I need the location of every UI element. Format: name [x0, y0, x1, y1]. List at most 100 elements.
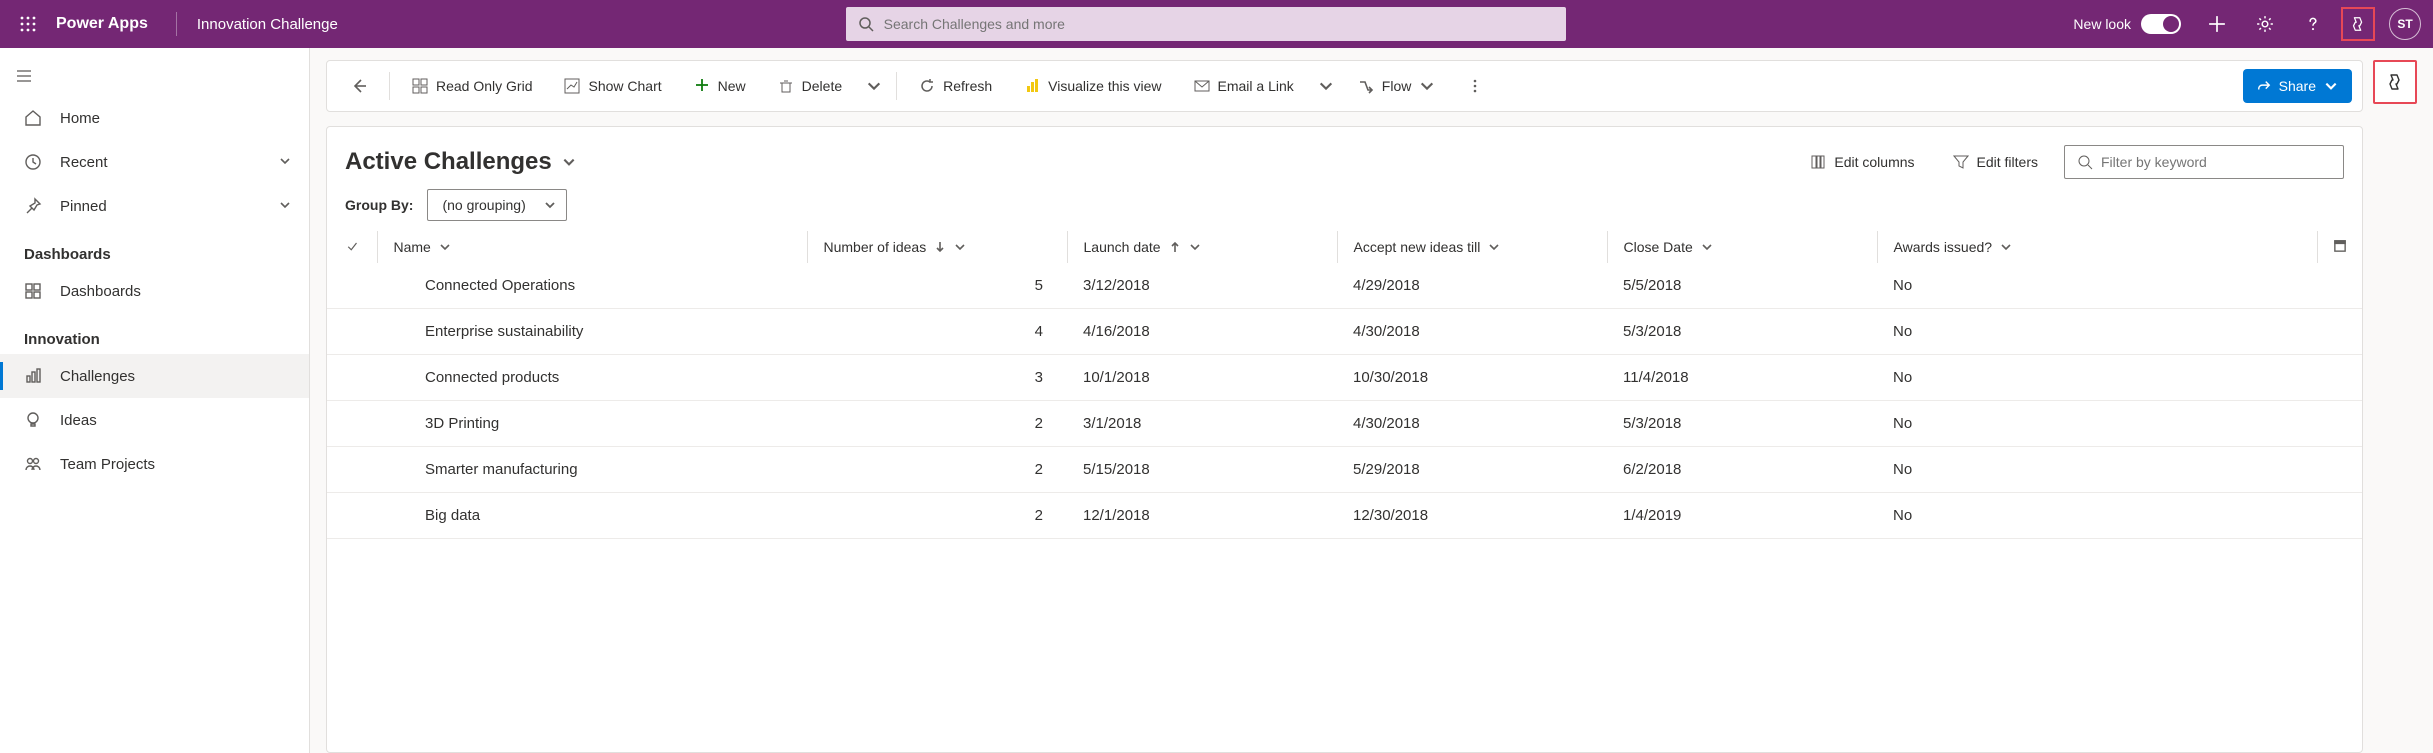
flow-button[interactable]: Flow [1344, 68, 1450, 104]
clock-icon [24, 153, 42, 171]
cell-awards: No [1877, 355, 2318, 401]
chevron-down-icon [2000, 241, 2012, 253]
read-only-grid-button[interactable]: Read Only Grid [398, 68, 546, 104]
email-link-split-button[interactable] [1312, 68, 1340, 104]
cell-close: 5/5/2018 [1607, 263, 1877, 309]
app-launcher-button[interactable] [12, 8, 44, 40]
cell-name: Smarter manufacturing [377, 447, 807, 493]
copilot-side-button[interactable] [2373, 60, 2417, 104]
sidebar: Home Recent Pinned Dashboards Dashboards… [0, 48, 310, 753]
brand-label: Power Apps [52, 15, 160, 33]
email-link-button[interactable]: Email a Link [1180, 68, 1308, 104]
sidebar-item-label: Pinned [60, 198, 107, 215]
sort-desc-icon [934, 241, 946, 253]
column-header-awards[interactable]: Awards issued? [1877, 231, 2318, 263]
sidebar-item-dashboards[interactable]: Dashboards [0, 269, 309, 313]
edit-filters-button[interactable]: Edit filters [1941, 145, 2050, 179]
divider [176, 12, 177, 36]
sort-asc-icon [1169, 241, 1181, 253]
ideas-icon [24, 411, 42, 429]
sidebar-item-label: Challenges [60, 368, 135, 385]
cell-name: Big data [377, 493, 807, 539]
pin-icon [24, 197, 42, 215]
add-button[interactable] [2197, 4, 2237, 44]
column-header-name[interactable]: Name [377, 231, 807, 263]
share-icon [2257, 79, 2271, 93]
sidebar-item-challenges[interactable]: Challenges [0, 354, 309, 398]
copilot-icon [2349, 15, 2367, 33]
keyword-filter[interactable] [2064, 145, 2344, 179]
cell-awards: No [1877, 493, 2318, 539]
group-by-select[interactable]: (no grouping) [427, 189, 566, 221]
new-look-label: New look [2073, 16, 2131, 32]
sidebar-item-label: Ideas [60, 412, 97, 429]
plus-icon [694, 77, 710, 93]
column-header-close[interactable]: Close Date [1607, 231, 1877, 263]
copilot-header-button[interactable] [2341, 7, 2375, 41]
cell-ideas: 4 [807, 309, 1067, 355]
visualize-button[interactable]: Visualize this view [1010, 68, 1175, 104]
sidebar-section-dashboards: Dashboards [0, 228, 309, 269]
avatar[interactable]: ST [2389, 8, 2421, 40]
data-grid: Name Number of ideas [327, 231, 2362, 539]
challenges-icon [24, 367, 42, 385]
column-header-launch[interactable]: Launch date [1067, 231, 1337, 263]
sidebar-item-recent[interactable]: Recent [0, 140, 309, 184]
overflow-button[interactable] [1453, 68, 1497, 104]
new-look-toggle[interactable] [2141, 14, 2181, 34]
refresh-button[interactable]: Refresh [905, 68, 1006, 104]
share-button[interactable]: Share [2243, 69, 2352, 103]
select-all-header[interactable] [327, 231, 377, 263]
view-selector[interactable]: Active Challenges [345, 148, 576, 176]
columns-icon [1810, 154, 1826, 170]
global-search[interactable] [846, 7, 1566, 41]
cell-ideas: 3 [807, 355, 1067, 401]
table-row[interactable]: Connected Operations53/12/20184/29/20185… [327, 263, 2362, 309]
table-row[interactable]: Big data212/1/201812/30/20181/4/2019No [327, 493, 2362, 539]
sidebar-item-ideas[interactable]: Ideas [0, 398, 309, 442]
delete-button[interactable]: Delete [764, 68, 856, 104]
home-icon [24, 109, 42, 127]
table-row[interactable]: Smarter manufacturing25/15/20185/29/2018… [327, 447, 2362, 493]
edit-columns-button[interactable]: Edit columns [1798, 145, 1926, 179]
table-row[interactable]: Enterprise sustainability44/16/20184/30/… [327, 309, 2362, 355]
sidebar-item-home[interactable]: Home [0, 96, 309, 140]
global-search-input[interactable] [884, 16, 1554, 32]
chevron-down-icon [279, 199, 291, 211]
cell-launch: 5/15/2018 [1067, 447, 1337, 493]
cell-name: 3D Printing [377, 401, 807, 447]
chevron-down-icon [279, 155, 291, 167]
cell-accept: 4/30/2018 [1337, 401, 1607, 447]
cell-name: Connected products [377, 355, 807, 401]
sidebar-item-pinned[interactable]: Pinned [0, 184, 309, 228]
dashboard-icon [24, 282, 42, 300]
show-chart-button[interactable]: Show Chart [550, 68, 675, 104]
keyword-filter-input[interactable] [2101, 154, 2331, 170]
cell-ideas: 2 [807, 493, 1067, 539]
new-button[interactable]: New [680, 68, 760, 104]
sidebar-item-label: Recent [60, 154, 108, 171]
cell-close: 6/2/2018 [1607, 447, 1877, 493]
delete-split-button[interactable] [860, 68, 888, 104]
cell-accept: 4/30/2018 [1337, 309, 1607, 355]
cell-launch: 12/1/2018 [1067, 493, 1337, 539]
chevron-down-icon [1189, 241, 1201, 253]
settings-button[interactable] [2245, 4, 2285, 44]
help-button[interactable] [2293, 4, 2333, 44]
sidebar-collapse-button[interactable] [0, 56, 48, 96]
column-header-accept[interactable]: Accept new ideas till [1337, 231, 1607, 263]
table-row[interactable]: 3D Printing23/1/20184/30/20185/3/2018No [327, 401, 2362, 447]
command-bar: Read Only Grid Show Chart New Delete [326, 60, 2363, 112]
cell-accept: 4/29/2018 [1337, 263, 1607, 309]
sidebar-item-team-projects[interactable]: Team Projects [0, 442, 309, 486]
cell-launch: 3/1/2018 [1067, 401, 1337, 447]
column-overflow[interactable] [2318, 231, 2363, 263]
table-row[interactable]: Connected products310/1/201810/30/201811… [327, 355, 2362, 401]
gear-icon [2256, 15, 2274, 33]
chevron-down-icon [1419, 78, 1435, 94]
cell-close: 11/4/2018 [1607, 355, 1877, 401]
help-icon [2304, 15, 2322, 33]
chevron-down-icon [954, 241, 966, 253]
back-button[interactable] [337, 68, 381, 104]
column-header-ideas[interactable]: Number of ideas [807, 231, 1067, 263]
